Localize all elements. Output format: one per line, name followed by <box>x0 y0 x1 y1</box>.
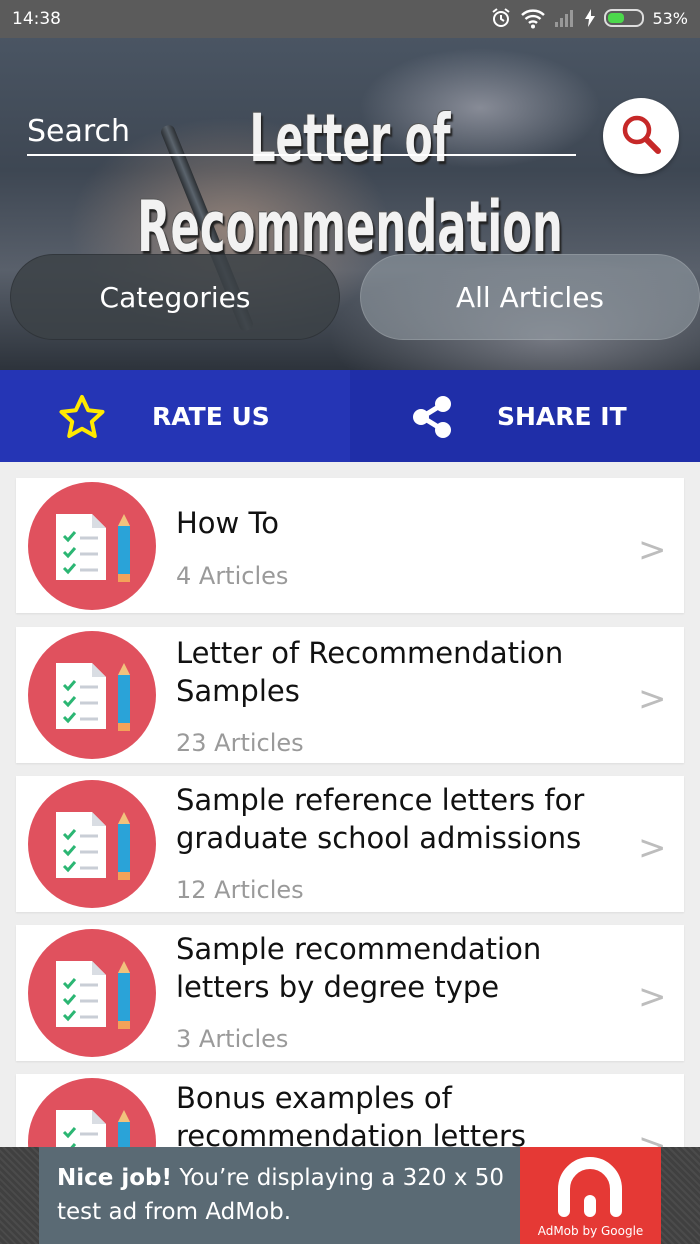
chevron-right-icon: > <box>638 977 667 1017</box>
item-count: 4 Articles <box>176 562 289 590</box>
charging-icon <box>584 8 596 28</box>
admob-caption: AdMob by Google <box>537 1224 644 1238</box>
chevron-right-icon: > <box>638 679 667 719</box>
categories-button[interactable]: Categories <box>10 254 340 340</box>
all-articles-label: All Articles <box>455 280 605 314</box>
battery-icon <box>604 9 645 27</box>
search-button[interactable] <box>603 98 679 174</box>
status-time: 14:38 <box>12 9 61 29</box>
star-icon <box>58 394 106 446</box>
alarm-icon <box>490 7 512 29</box>
rate-us-label: RATE US <box>152 402 270 431</box>
item-title: How To <box>176 506 280 540</box>
item-count: 12 Articles <box>176 876 304 904</box>
ad-headline: Nice job! <box>57 1165 173 1191</box>
list-item[interactable]: Sample reference letters for graduate sc… <box>16 776 684 912</box>
search-input[interactable] <box>27 112 576 156</box>
rate-us-button[interactable]: RATE US <box>0 370 350 462</box>
list-item[interactable]: How To 4 Articles > <box>16 478 684 613</box>
item-title: Sample reference letters for graduate sc… <box>176 783 585 855</box>
status-icons: 53% <box>490 7 688 29</box>
share-it-button[interactable]: SHARE IT <box>350 370 700 462</box>
item-title: Sample recommendation letters by degree … <box>176 932 542 1004</box>
action-bar: RATE US SHARE IT <box>0 370 700 462</box>
status-bar: 14:38 53% <box>0 0 700 38</box>
header-banner: Letter of Recommendation Categories All … <box>0 38 700 370</box>
item-count: 23 Articles <box>176 729 304 757</box>
checklist-icon <box>28 929 156 1057</box>
share-it-label: SHARE IT <box>497 402 627 431</box>
ad-banner[interactable]: Nice job! You’re displaying a 320 x 50 t… <box>0 1147 700 1244</box>
signal-icon <box>554 8 576 28</box>
share-icon <box>410 394 456 446</box>
item-title: Letter of Recommendation Samples <box>176 636 564 708</box>
checklist-icon <box>28 631 156 759</box>
ad-content[interactable]: Nice job! You’re displaying a 320 x 50 t… <box>39 1147 661 1244</box>
ad-text: Nice job! You’re displaying a 320 x 50 t… <box>57 1161 527 1229</box>
wifi-icon <box>520 7 546 29</box>
list-item[interactable]: Bonus examples of recommendation letters… <box>16 1074 684 1147</box>
chevron-right-icon: > <box>638 530 667 570</box>
chevron-right-icon: > <box>638 1126 667 1147</box>
categories-label: Categories <box>99 280 251 314</box>
battery-level <box>608 13 624 23</box>
list-item[interactable]: Letter of Recommendation Samples 23 Arti… <box>16 627 684 763</box>
checklist-icon <box>28 780 156 908</box>
chevron-right-icon: > <box>638 828 667 868</box>
category-list: How To 4 Articles > Letter of Recommenda… <box>0 462 700 1147</box>
list-item[interactable]: Sample recommendation letters by degree … <box>16 925 684 1061</box>
search-icon <box>619 112 663 160</box>
checklist-icon <box>28 1078 156 1147</box>
admob-logo: AdMob by Google <box>520 1147 661 1244</box>
item-title: Bonus examples of recommendation letters <box>176 1081 526 1147</box>
all-articles-button[interactable]: All Articles <box>360 254 700 340</box>
item-count: 3 Articles <box>176 1025 289 1053</box>
battery-percent: 53% <box>652 8 688 28</box>
checklist-icon <box>28 482 156 610</box>
